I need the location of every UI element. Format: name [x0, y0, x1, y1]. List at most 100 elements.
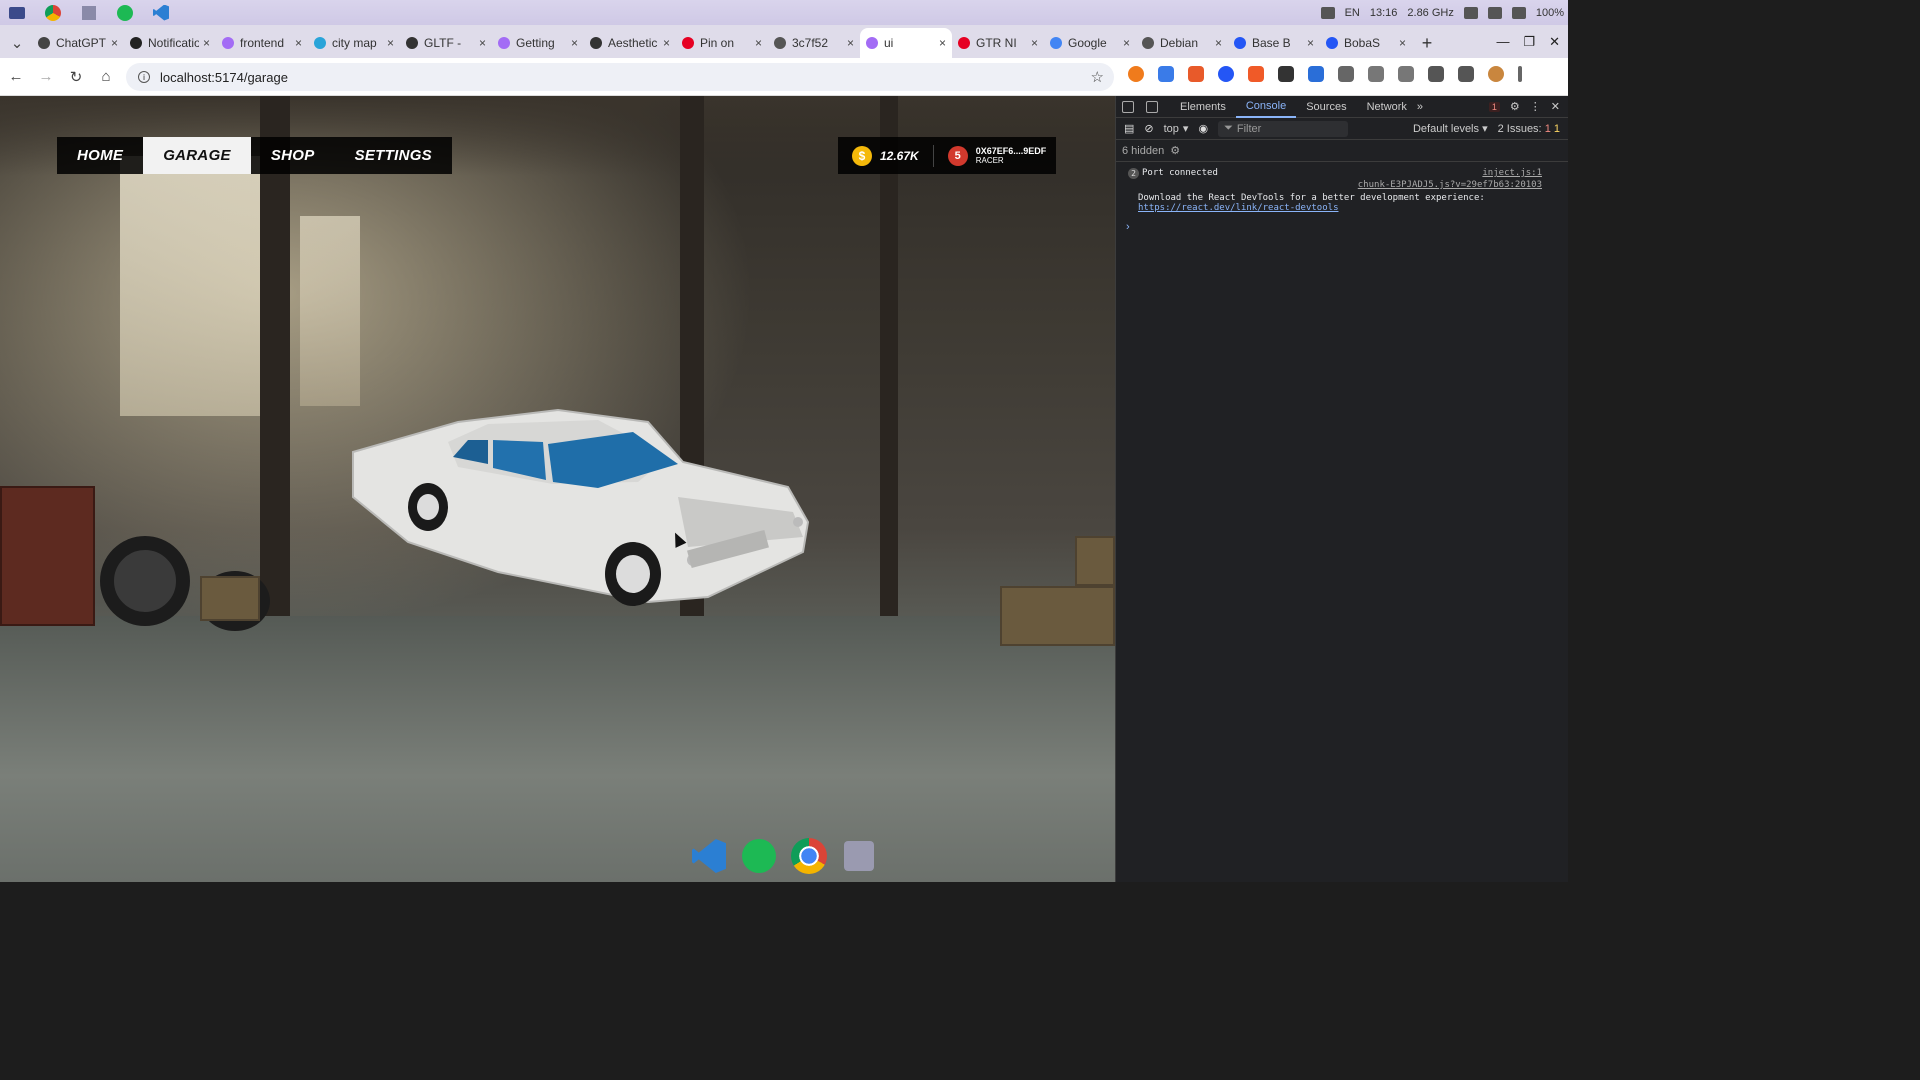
car-model[interactable] [348, 402, 818, 612]
volume-icon[interactable] [1487, 6, 1502, 19]
link-icon[interactable] [1368, 66, 1384, 82]
close-tab-icon[interactable]: × [847, 36, 854, 50]
nav-shop[interactable]: SHOP [251, 137, 335, 174]
code-icon[interactable] [1398, 66, 1414, 82]
extension-icon[interactable] [1188, 66, 1204, 82]
close-tab-icon[interactable]: × [1399, 36, 1406, 50]
nav-home[interactable]: HOME [57, 137, 143, 174]
game-viewport[interactable]: HOME GARAGE SHOP SETTINGS $ 12.67K 5 0X6… [0, 96, 1115, 882]
tab-sources[interactable]: Sources [1296, 96, 1356, 118]
chrome-icon[interactable] [790, 837, 828, 875]
close-tab-icon[interactable]: × [203, 36, 210, 50]
error-count-badge[interactable]: 1 [1488, 101, 1500, 112]
signal-icon[interactable] [1320, 6, 1335, 19]
clear-console-icon[interactable]: ⊘ [1144, 122, 1153, 135]
tab-search-icon[interactable]: ⌄ [2, 28, 32, 58]
clipboard-icon[interactable] [1463, 6, 1478, 19]
inspect-icon[interactable] [1122, 100, 1134, 113]
browser-tab[interactable]: Notifications × [124, 28, 216, 58]
home-icon[interactable]: ⌂ [92, 63, 120, 91]
tab-console[interactable]: Console [1235, 96, 1297, 118]
device-toolbar-icon[interactable] [1146, 100, 1158, 113]
close-tab-icon[interactable]: × [295, 36, 302, 50]
browser-tab[interactable]: 3c7f52 × [768, 28, 860, 58]
close-tab-icon[interactable]: × [1031, 36, 1038, 50]
browser-tab[interactable]: Google × [1044, 28, 1136, 58]
browser-tab[interactable]: ChatGPT × [32, 28, 124, 58]
close-tab-icon[interactable]: × [755, 36, 762, 50]
filter-input[interactable]: ⏷ Filter [1218, 120, 1349, 137]
download-icon[interactable] [1428, 66, 1444, 82]
player-info[interactable]: 0X67EF6....9EDF RACER [976, 146, 1047, 165]
context-selector[interactable]: top ▾ [1164, 122, 1189, 136]
bookmark-star-icon[interactable]: ☆ [1091, 68, 1104, 86]
browser-tab[interactable]: frontend × [216, 28, 308, 58]
browser-tab[interactable]: Debian × [1136, 28, 1228, 58]
vscode-launcher-icon[interactable] [150, 4, 172, 22]
browser-tab[interactable]: Base B × [1228, 28, 1320, 58]
close-tab-icon[interactable]: × [571, 36, 578, 50]
close-tab-icon[interactable]: × [1307, 36, 1314, 50]
back-icon[interactable]: ← [2, 63, 30, 91]
tab-network[interactable]: Network [1357, 96, 1417, 118]
browser-tab[interactable]: city map × [308, 28, 400, 58]
close-tab-icon[interactable]: × [479, 36, 486, 50]
menu-icon[interactable] [1518, 66, 1522, 82]
tool-launcher-icon[interactable] [78, 4, 100, 22]
nav-settings[interactable]: SETTINGS [335, 137, 452, 174]
browser-tab[interactable]: Pin on × [676, 28, 768, 58]
console-settings-icon[interactable]: ⚙ [1170, 144, 1180, 157]
tool-icon[interactable] [840, 837, 878, 875]
extension-icon[interactable] [1218, 66, 1234, 82]
close-devtools-icon[interactable]: ✕ [1551, 100, 1560, 113]
address-bar[interactable]: i localhost:5174/garage ☆ [126, 63, 1114, 91]
console-prompt[interactable]: › [1116, 221, 1568, 233]
browser-tab[interactable]: GTR NI × [952, 28, 1044, 58]
desktop-icon[interactable] [6, 4, 28, 22]
close-tab-icon[interactable]: × [111, 36, 118, 50]
restore-icon[interactable]: ❐ [1523, 34, 1535, 50]
close-tab-icon[interactable]: × [1123, 36, 1130, 50]
sidebar-toggle-icon[interactable]: ▤ [1124, 122, 1134, 135]
browser-tab[interactable]: BobaS × [1320, 28, 1412, 58]
nav-garage[interactable]: GARAGE [143, 137, 251, 174]
close-tab-icon[interactable]: × [387, 36, 394, 50]
browser-tab[interactable]: ui × [860, 28, 952, 58]
browser-tab[interactable]: Aesthetic × [584, 28, 676, 58]
avatar[interactable] [1488, 66, 1504, 82]
extension-icon[interactable] [1278, 66, 1294, 82]
source-link[interactable]: chunk-E3PJADJ5.js?v=29ef7b63:20103 [1358, 180, 1542, 190]
new-tab-button[interactable]: + [1412, 28, 1442, 58]
settings-gear-icon[interactable]: ⚙ [1510, 100, 1520, 113]
kebab-menu-icon[interactable]: ⋮ [1530, 100, 1541, 113]
live-expression-icon[interactable]: ◉ [1198, 122, 1208, 135]
reload-icon[interactable]: ↻ [62, 63, 90, 91]
more-tabs-icon[interactable]: » [1417, 101, 1423, 113]
close-tab-icon[interactable]: × [939, 36, 946, 50]
site-info-icon[interactable]: i [138, 71, 150, 83]
browser-tab[interactable]: Getting × [492, 28, 584, 58]
issues-counter[interactable]: 2 Issues: 1 1 [1498, 123, 1560, 135]
react-devtools-link[interactable]: https://react.dev/link/react-devtools [1128, 203, 1556, 213]
spotify-launcher-icon[interactable] [114, 4, 136, 22]
extension-icon[interactable] [1128, 66, 1144, 82]
spotify-icon[interactable] [740, 837, 778, 875]
browser-tab[interactable]: GLTF - × [400, 28, 492, 58]
url-text[interactable]: localhost:5174/garage [160, 70, 288, 85]
vscode-icon[interactable] [690, 837, 728, 875]
print-icon[interactable] [1458, 66, 1474, 82]
language-indicator[interactable]: EN [1345, 7, 1360, 19]
extension-icon[interactable] [1158, 66, 1174, 82]
close-tab-icon[interactable]: × [663, 36, 670, 50]
close-tab-icon[interactable]: × [1215, 36, 1222, 50]
tab-elements[interactable]: Elements [1170, 96, 1236, 118]
forward-icon[interactable]: → [32, 63, 60, 91]
minimize-icon[interactable]: — [1496, 34, 1509, 49]
extension-icon[interactable] [1308, 66, 1324, 82]
source-link[interactable]: inject.js:1 [1482, 168, 1542, 178]
close-window-icon[interactable]: ✕ [1549, 34, 1560, 50]
extension-icon[interactable] [1248, 66, 1264, 82]
chrome-launcher-icon[interactable] [42, 4, 64, 22]
levels-dropdown[interactable]: Default levels ▾ [1413, 122, 1488, 135]
puzzle-icon[interactable] [1338, 66, 1354, 82]
